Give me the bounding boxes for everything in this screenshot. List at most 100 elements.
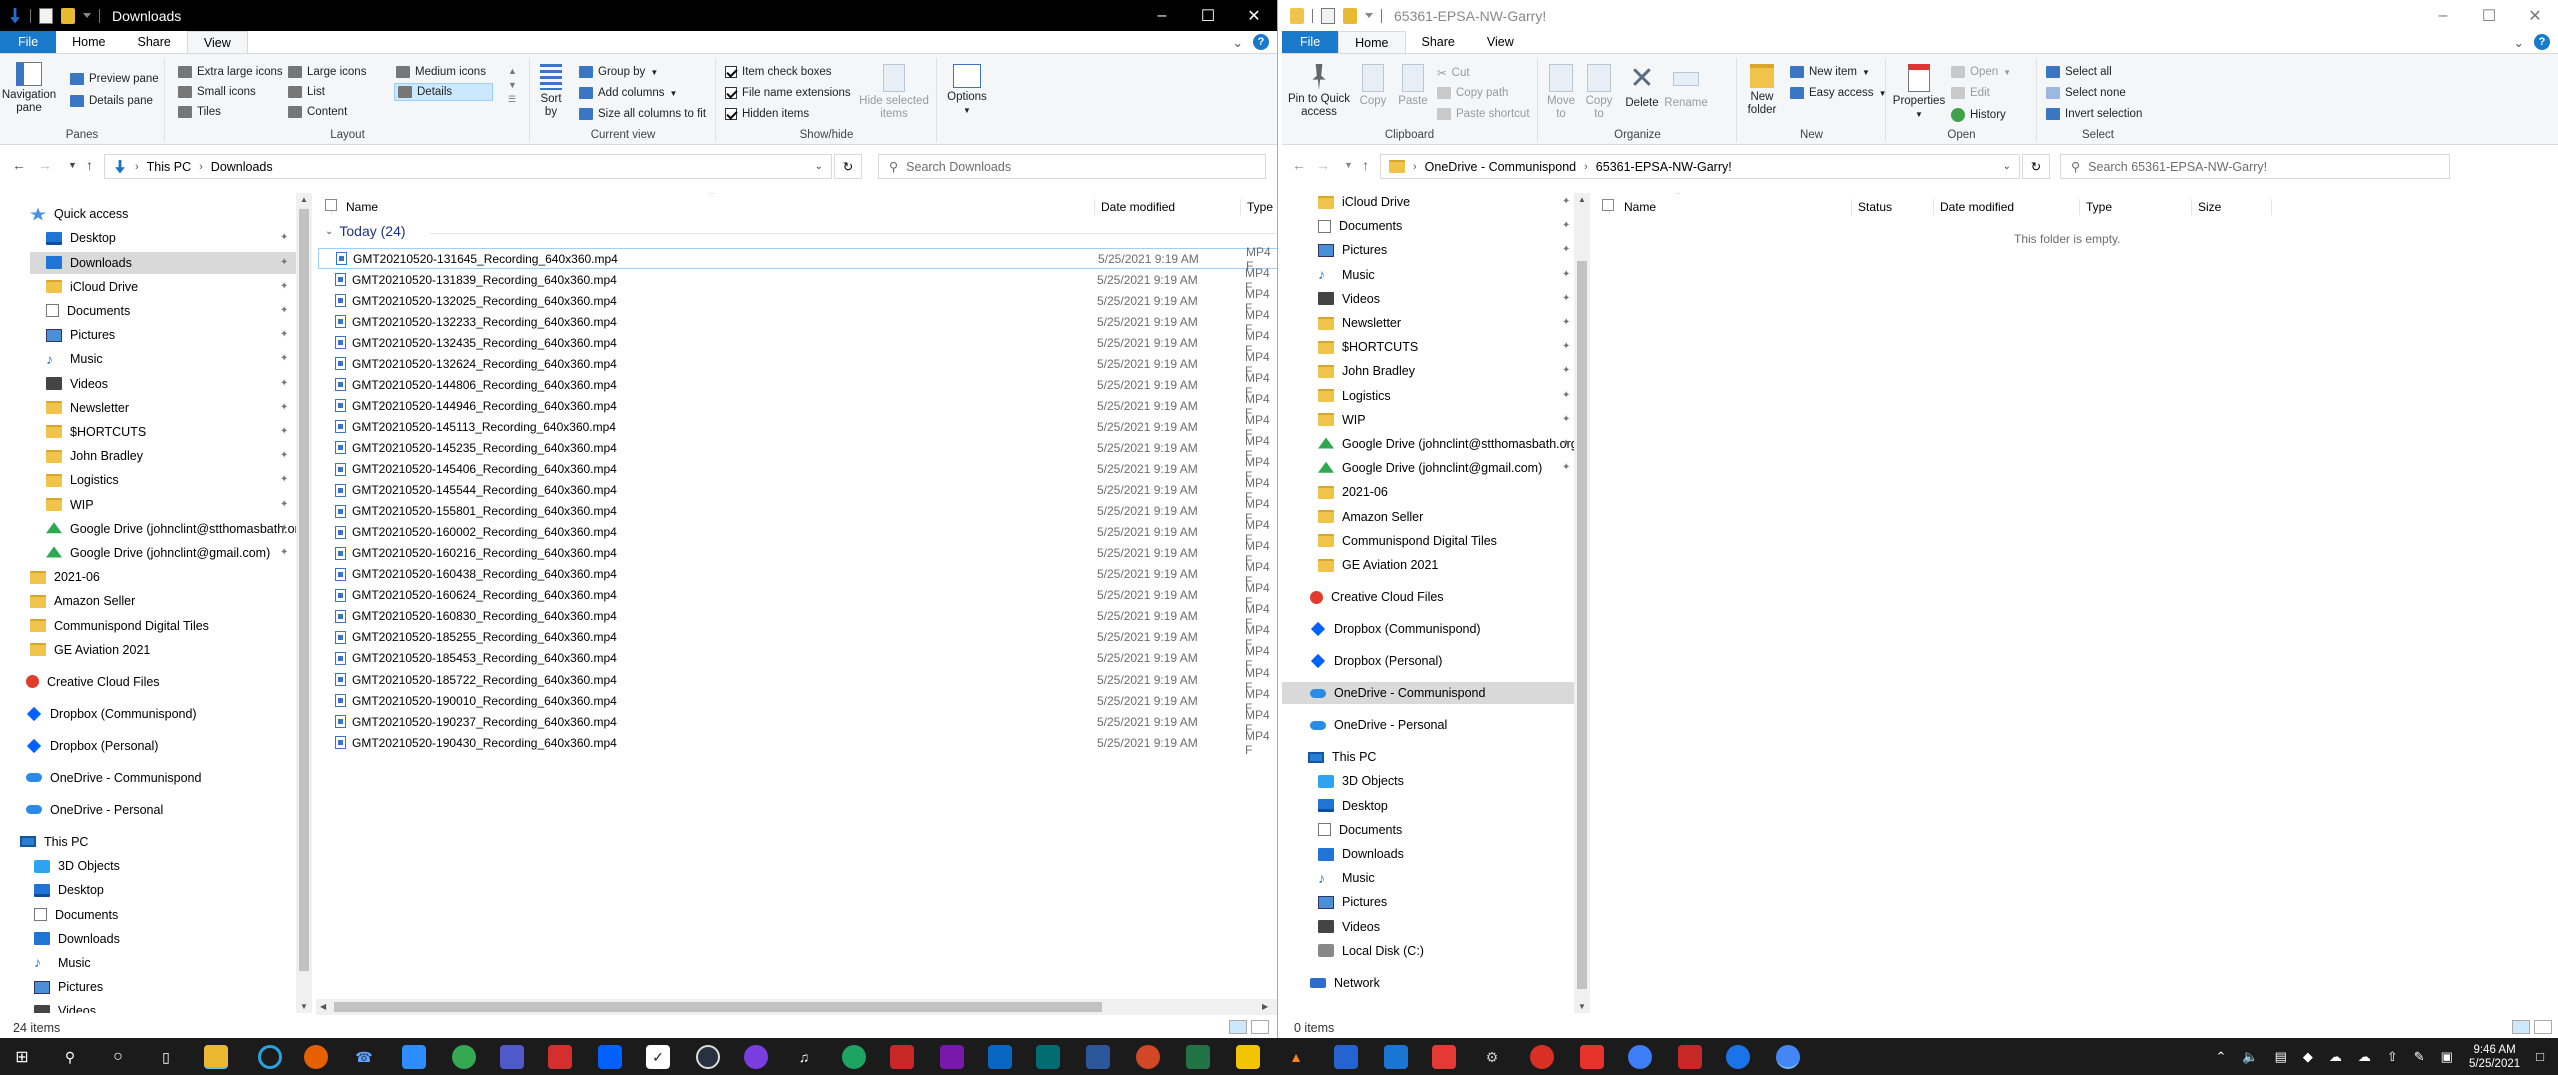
chrome-icon[interactable] — [1776, 1045, 1800, 1069]
word-icon[interactable] — [1086, 1045, 1110, 1069]
rename-button[interactable]: Rename — [1663, 64, 1709, 110]
layout-content[interactable]: Content — [288, 106, 347, 118]
app-icon[interactable] — [1384, 1045, 1408, 1069]
open-button[interactable]: Open ▼ — [1951, 66, 2011, 78]
column-type[interactable]: Type — [1241, 199, 1277, 215]
select-all-button[interactable]: Select all — [2046, 66, 2112, 78]
file-row[interactable]: GMT20210520-160624_Recording_640x360.mp4… — [318, 581, 1277, 609]
properties-icon[interactable] — [39, 7, 53, 24]
pin-icon[interactable]: ✦ — [1562, 390, 1570, 401]
chevron-right-icon[interactable]: › — [1413, 161, 1417, 173]
nav-item[interactable]: iCloud Drive — [1318, 193, 1410, 213]
file-row[interactable]: GMT20210520-190010_Recording_640x360.mp4… — [318, 687, 1277, 715]
pin-to-quick-access-button[interactable]: Pin to Quick access — [1284, 64, 1354, 119]
file-row[interactable]: GMT20210520-131645_Recording_640x360.mp4… — [318, 245, 1277, 273]
file-row[interactable]: GMT20210520-145406_Recording_640x360.mp4… — [318, 455, 1277, 483]
todo-icon[interactable] — [1334, 1045, 1358, 1069]
pin-icon[interactable]: ✦ — [1562, 293, 1570, 304]
pin-icon[interactable]: ✦ — [1562, 244, 1570, 255]
select-all-checkbox[interactable] — [316, 199, 337, 215]
file-row[interactable]: GMT20210520-190237_Recording_640x360.mp4… — [318, 708, 1277, 736]
preview-pane-button[interactable]: Preview pane — [70, 73, 159, 85]
layout-large-icons[interactable]: Large icons — [288, 66, 366, 78]
select-none-button[interactable]: Select none — [2046, 87, 2126, 99]
nav-item[interactable]: Amazon Seller — [30, 590, 135, 612]
file-row[interactable]: GMT20210520-132624_Recording_640x360.mp4… — [318, 350, 1277, 378]
nav-item[interactable]: $HORTCUTS — [46, 421, 146, 443]
zoom-icon[interactable] — [402, 1045, 426, 1069]
edit-button[interactable]: Edit — [1951, 87, 1990, 99]
nav-item[interactable]: Creative Cloud Files — [1310, 586, 1444, 608]
nav-item[interactable]: Documents — [1318, 819, 1402, 841]
pin-icon[interactable]: ✦ — [280, 523, 288, 534]
column-name[interactable]: Name — [340, 199, 1095, 215]
group-by-button[interactable]: Group by ▼ — [579, 66, 658, 78]
copy-to-button[interactable]: Copy to — [1583, 64, 1615, 121]
nav-item[interactable]: Documents — [46, 300, 130, 322]
nav-item[interactable]: Desktop — [46, 227, 116, 249]
column-type[interactable]: Type — [2080, 199, 2192, 215]
music-icon[interactable]: ♫ — [792, 1045, 816, 1069]
file-row[interactable]: GMT20210520-132025_Recording_640x360.mp4… — [318, 287, 1277, 315]
nav-item[interactable]: This PC — [20, 831, 88, 853]
network-icon[interactable]: ▤ — [2275, 1049, 2287, 1065]
nav-item[interactable]: WIP — [1318, 409, 1366, 431]
chevron-down-icon[interactable] — [1365, 13, 1373, 18]
properties-icon[interactable] — [1321, 7, 1335, 24]
nav-item[interactable]: ♪ Music — [1318, 264, 1375, 286]
chevron-down-icon[interactable]: ⌄ — [2003, 161, 2011, 172]
scroll-down-icon[interactable]: ▼ — [300, 1002, 308, 1011]
chevron-right-icon[interactable]: › — [135, 161, 139, 173]
nav-item[interactable]: iCloud Drive — [46, 276, 138, 298]
chevron-down-icon[interactable]: ⌄ — [815, 161, 823, 172]
layout-details[interactable]: Details — [394, 83, 494, 101]
hidden-items-toggle[interactable]: Hidden items — [725, 108, 809, 120]
new-folder-icon[interactable] — [61, 7, 75, 24]
paste-shortcut-button[interactable]: Paste shortcut — [1437, 108, 1530, 120]
pin-icon[interactable]: ✦ — [280, 474, 288, 485]
search-icon[interactable]: ⚲ — [58, 1045, 82, 1069]
pin-icon[interactable]: ✦ — [280, 426, 288, 437]
pin-icon[interactable]: ✦ — [280, 281, 288, 292]
breadcrumb-folder[interactable]: 65361-EPSA-NW-Garry! — [1596, 160, 1732, 174]
outlook-icon[interactable] — [988, 1045, 1012, 1069]
tab-home[interactable]: Home — [1338, 31, 1406, 53]
nav-item[interactable]: 2021-06 — [1318, 481, 1388, 503]
file-row[interactable]: GMT20210520-145235_Recording_640x360.mp4… — [318, 434, 1277, 462]
nav-item[interactable]: This PC — [1308, 746, 1376, 768]
chevron-up-icon[interactable]: ⌃ — [2215, 1049, 2226, 1065]
maximize-icon[interactable]: ☐ — [1185, 0, 1231, 31]
layout-small-icons[interactable]: Small icons — [178, 86, 256, 98]
nav-item[interactable]: Downloads — [34, 928, 120, 950]
app-icon[interactable]: ✓ — [646, 1045, 670, 1069]
file-row[interactable]: GMT20210520-185453_Recording_640x360.mp4… — [318, 644, 1277, 672]
large-icons-view-icon[interactable] — [1251, 1020, 1269, 1034]
nav-item[interactable]: Dropbox (Personal) — [26, 735, 158, 757]
chevron-down-icon[interactable] — [83, 13, 91, 18]
nav-item[interactable]: ♪ Music — [46, 348, 103, 370]
maximize-icon[interactable]: ☐ — [2466, 0, 2512, 31]
publisher-icon[interactable] — [1036, 1045, 1060, 1069]
search-box[interactable]: ⚲ Search 65361-EPSA-NW-Garry! — [2060, 154, 2450, 179]
nav-item[interactable]: Communispond Digital Tiles — [1318, 530, 1497, 552]
nav-item[interactable]: WIP — [46, 494, 94, 516]
quick-access-icon[interactable] — [10, 7, 20, 24]
refresh-button[interactable]: ↻ — [2022, 154, 2050, 179]
large-icons-view-icon[interactable] — [2534, 1020, 2552, 1034]
nav-item[interactable]: 3D Objects — [1318, 770, 1404, 792]
details-view-icon[interactable] — [2512, 1020, 2530, 1034]
volume-icon[interactable]: 🔈 — [2242, 1049, 2258, 1065]
tab-view[interactable]: View — [1471, 31, 1530, 53]
scroll-thumb[interactable] — [1577, 261, 1587, 989]
column-name[interactable]: Name — [1618, 199, 1852, 215]
delete-button[interactable]: ✕ Delete — [1623, 64, 1661, 110]
nav-item[interactable]: OneDrive - Communispond — [1282, 682, 1574, 705]
nav-item[interactable]: Dropbox (Personal) — [1310, 650, 1442, 672]
file-row[interactable]: GMT20210520-160002_Recording_640x360.mp4… — [318, 518, 1277, 546]
breadcrumb-downloads[interactable]: Downloads — [211, 160, 273, 174]
acrobat-icon[interactable] — [548, 1045, 572, 1069]
copy-button[interactable]: Copy — [1356, 64, 1390, 108]
layout-scroll-icon[interactable]: ▲ ▼ ☰ — [508, 64, 517, 106]
back-icon[interactable]: ← — [12, 157, 26, 173]
onedrive-personal-tray-icon[interactable]: ☁ — [2358, 1049, 2371, 1065]
